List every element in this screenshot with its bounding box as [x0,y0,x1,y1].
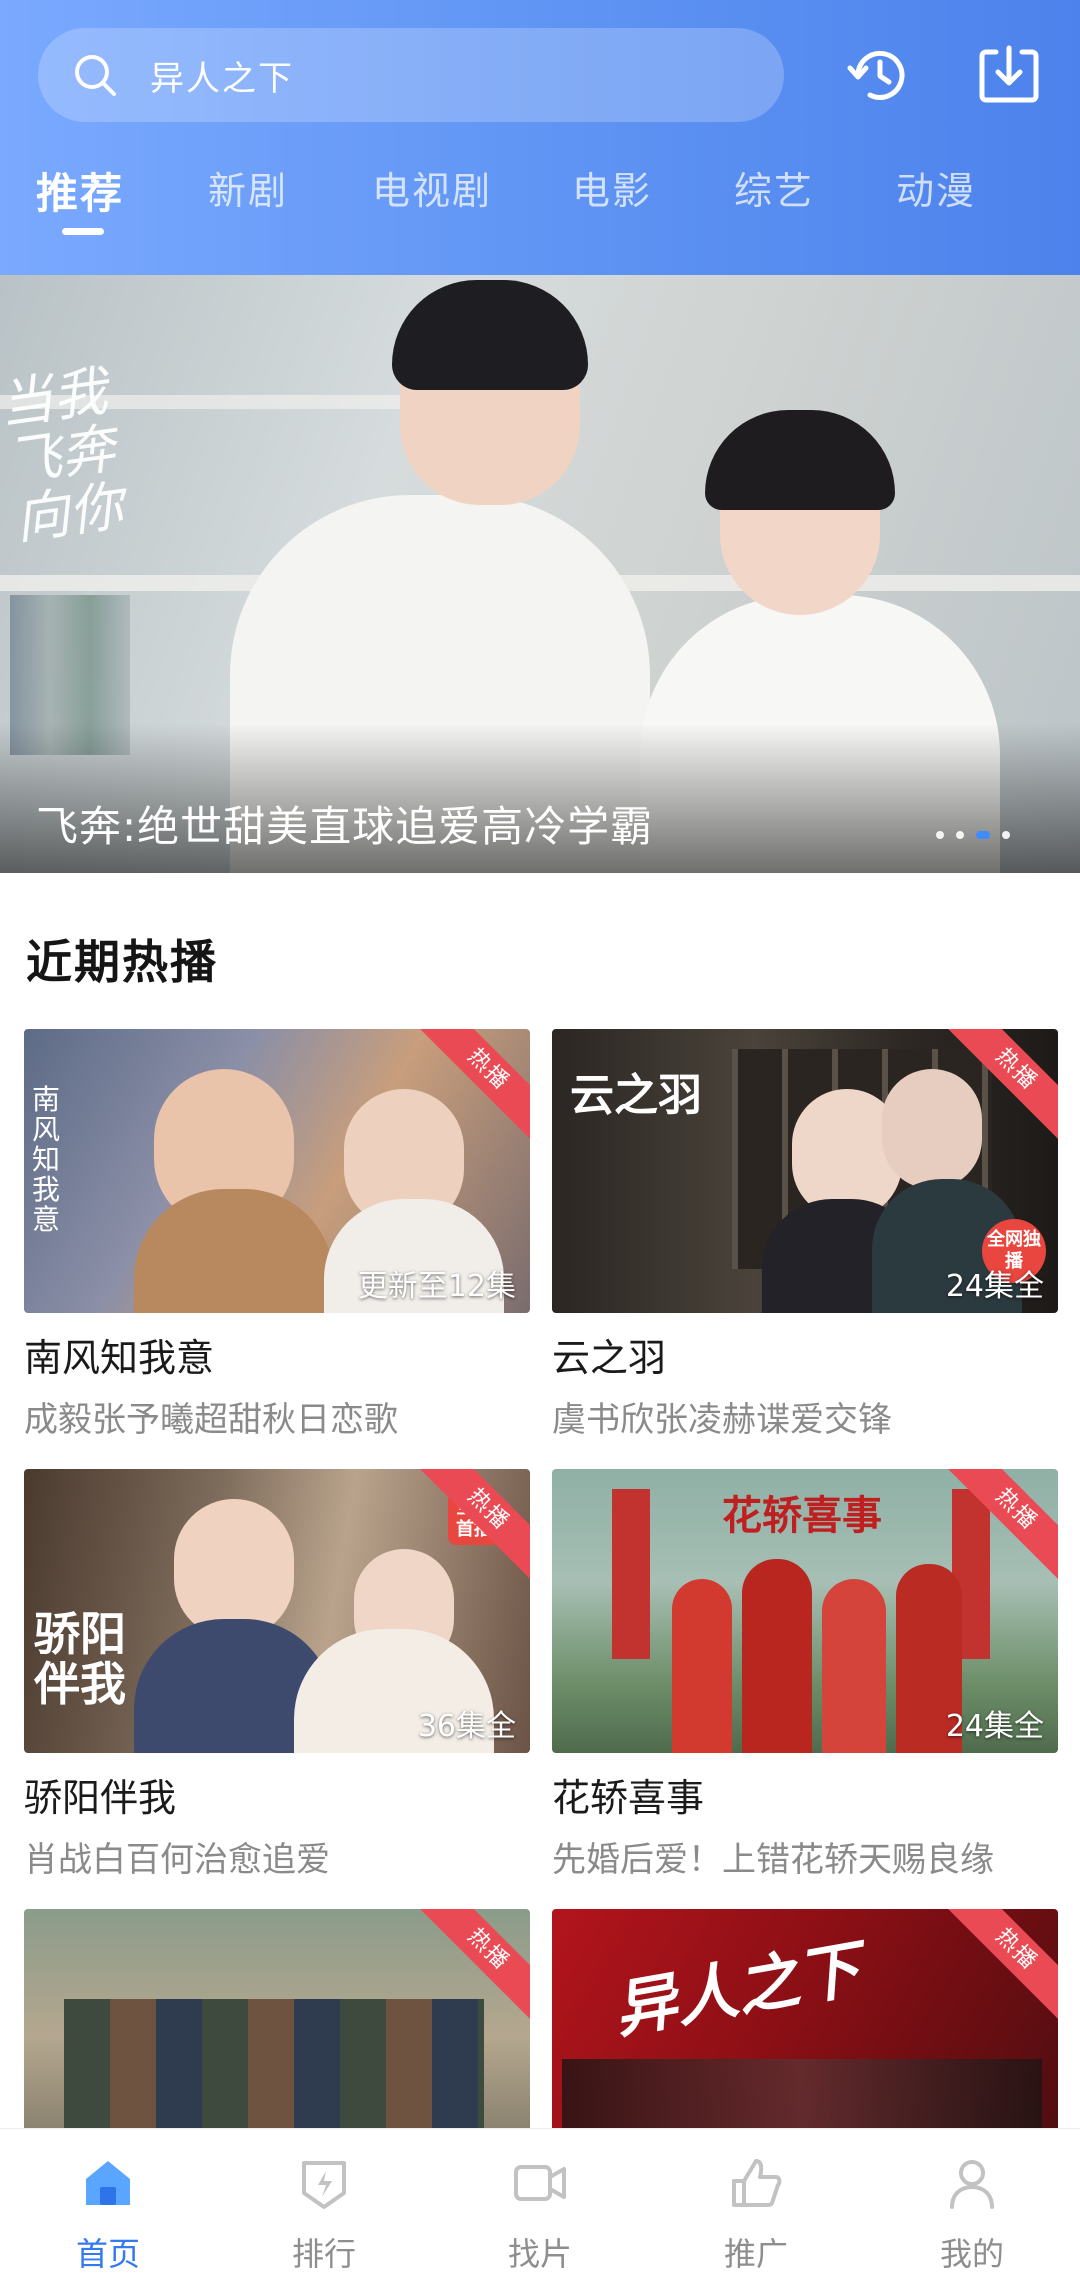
poster-title-text: 云之羽 [570,1070,702,1121]
nav-promote[interactable]: 推广 [648,2129,864,2291]
poster-group [64,1999,484,2129]
episode-label: 更新至12集 [357,1269,516,1304]
banner-page-indicator [936,831,1010,839]
search-icon [75,55,116,96]
video-title[interactable]: 云之羽 [552,1327,1058,1382]
search-input[interactable]: 异人之下 [150,51,294,100]
section-title: 近期热播 [26,935,218,989]
poster-figures [562,2059,1042,2139]
poster-pillar [612,1489,650,1659]
video-poster[interactable]: 骄阳伴我 全网首播 热播 36集全 [24,1469,530,1753]
download-icon[interactable] [974,40,1044,110]
episode-label: 24集全 [945,1269,1044,1304]
video-card[interactable]: 花轿喜事 热播 24集全 花轿喜事 先婚后爱！上错花轿天赐良缘 [552,1469,1058,1881]
banner-caption: 飞奔:绝世甜美直球追爱高冷学霸 [36,802,654,851]
active-tab-indicator [62,228,104,235]
episode-label: 24集全 [945,1709,1044,1744]
video-title[interactable]: 骄阳伴我 [24,1767,530,1822]
nav-home[interactable]: 首页 [0,2129,216,2291]
nav-label: 首页 [75,2235,140,2273]
thumbs-up-icon [732,2159,782,2207]
indicator-dot-active [976,831,990,839]
nav-label: 找片 [507,2235,572,2273]
nav-label: 排行 [291,2235,356,2273]
poster-title-text: 南风知我意 [32,1083,61,1236]
tab-new-drama[interactable]: 新剧 [208,160,288,215]
hero-banner[interactable]: 当我飞奔向你 飞奔:绝世甜美直球追爱高冷学霸 [0,275,1080,873]
nav-ranking[interactable]: 排行 [216,2129,432,2291]
video-poster[interactable]: 南风知我意 热播 更新至12集 [24,1029,530,1313]
search-bar[interactable]: 异人之下 [38,28,784,122]
video-poster[interactable]: 花轿喜事 热播 24集全 [552,1469,1058,1753]
tab-anime[interactable]: 动漫 [896,160,976,215]
video-card[interactable]: 云之羽 全网独播 热播 24集全 云之羽 虞书欣张凌赫谍爱交锋 [552,1029,1058,1441]
tab-variety[interactable]: 综艺 [734,160,814,215]
app-header: 异人之下 推荐 新剧 电视剧 电影 综艺 动漫 [0,0,1080,275]
bottom-navigation: 首页 排行 找片 推广 我的 [0,2128,1080,2291]
poster-figure [822,1579,886,1753]
nav-profile[interactable]: 我的 [864,2129,1080,2291]
nav-find-video[interactable]: 找片 [432,2129,648,2291]
ranking-icon [302,2161,346,2209]
poster-figure [742,1559,812,1753]
poster-figure [174,1499,294,1639]
episode-label: 36集全 [417,1709,516,1744]
tab-recommend[interactable]: 推荐 [36,160,124,221]
video-card[interactable]: 南风知我意 热播 更新至12集 南风知我意 成毅张予曦超甜秋日恋歌 [24,1029,530,1441]
category-tabs: 推荐 新剧 电视剧 电影 综艺 动漫 [0,160,1080,240]
poster-title-text: 花轿喜事 [722,1492,882,1539]
video-subtitle: 先婚后爱！上错花轿天赐良缘 [552,1840,994,1880]
poster-figure [672,1579,732,1753]
banner-calligraphy: 当我飞奔向你 [0,359,127,552]
video-subtitle: 成毅张予曦超甜秋日恋歌 [24,1400,398,1440]
poster-title-text: 骄阳伴我 [34,1607,126,1711]
video-card[interactable]: 骄阳伴我 全网首播 热播 36集全 骄阳伴我 肖战白百何治愈追爱 [24,1469,530,1881]
video-title[interactable]: 南风知我意 [24,1327,530,1382]
nav-label: 推广 [723,2235,788,2273]
indicator-dot [956,831,964,839]
video-subtitle: 虞书欣张凌赫谍爱交锋 [552,1400,892,1440]
tab-tv-series[interactable]: 电视剧 [372,160,492,215]
video-poster[interactable]: 云之羽 全网独播 热播 24集全 [552,1029,1058,1313]
video-title[interactable]: 花轿喜事 [552,1767,1058,1822]
user-icon [950,2160,994,2209]
poster-figure [882,1069,982,1189]
tab-movies[interactable]: 电影 [572,160,652,215]
indicator-dot [1002,831,1010,839]
video-subtitle: 肖战白百何治愈追爱 [24,1840,330,1880]
home-icon [86,2161,130,2205]
indicator-dot [936,831,944,839]
nav-label: 我的 [939,2235,1004,2273]
history-icon[interactable] [844,40,914,110]
video-icon [514,2165,566,2201]
